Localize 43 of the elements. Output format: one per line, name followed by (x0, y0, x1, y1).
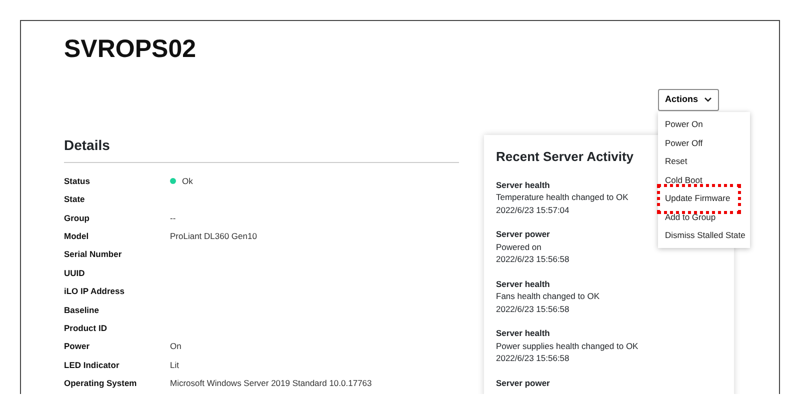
card-heading: Recent Server Activity (496, 148, 634, 166)
menu-item[interactable]: Cold Boot (658, 170, 750, 189)
menu-item[interactable]: Power Off (658, 134, 750, 152)
activity-title: Server health (496, 278, 550, 290)
field-value: Ok (182, 174, 193, 188)
chevron-down-icon (704, 97, 712, 102)
field-label: Product ID (64, 322, 108, 335)
activity-title: Server health (496, 327, 550, 340)
field-label: UUID (64, 266, 86, 280)
field-label: iLO IP Address (64, 285, 126, 298)
field-label: Operating System (64, 377, 138, 390)
menu-item[interactable]: Update Firmware (658, 189, 750, 208)
menu-item[interactable]: Reset (658, 152, 750, 170)
field-label: Status (64, 174, 91, 188)
menu-item[interactable]: Dismiss Stalled State (658, 226, 750, 244)
section-heading: Details (64, 136, 111, 155)
actions-button[interactable]: Actions (658, 89, 720, 110)
field-label: Baseline (64, 304, 100, 316)
field-label: State (64, 193, 86, 206)
page-title: SVROPS02 (64, 37, 198, 62)
field-label: Serial Number (64, 248, 123, 262)
menu-item[interactable]: Add to Group (658, 208, 750, 226)
field-value: ProLiant DL360 Gen10 (170, 230, 257, 243)
field-label: Model (64, 230, 90, 243)
activity-description: Fans health changed to OK (496, 290, 600, 302)
activity-description: Power supplies health changed to OK (496, 340, 638, 352)
activity-time: 2022/6/23 15:57:04 (496, 204, 570, 216)
field-label: LED Indicator (64, 358, 120, 372)
field-value: -- (170, 212, 176, 224)
field-label: Power (64, 340, 91, 354)
field-value: Lit (170, 358, 179, 372)
menu-item[interactable]: Power On (658, 115, 750, 134)
activity-title: Server power (496, 228, 550, 240)
activity-time: 2022/6/23 15:56:58 (496, 352, 570, 364)
field-label: Group (64, 212, 90, 224)
field-value: Microsoft Windows Server 2019 Standard 10.0.17763 (170, 377, 372, 390)
field-value: On (170, 340, 182, 354)
activity-title: Server health (496, 178, 550, 191)
activity-description: Temperature health changed to OK (496, 191, 628, 204)
activity-time: 2022/6/23 15:56:58 (496, 302, 570, 315)
activity-description: Powered on (496, 240, 542, 253)
activity-time: 2022/6/23 15:56:58 (496, 253, 570, 266)
activity-title: Server power (496, 376, 550, 389)
